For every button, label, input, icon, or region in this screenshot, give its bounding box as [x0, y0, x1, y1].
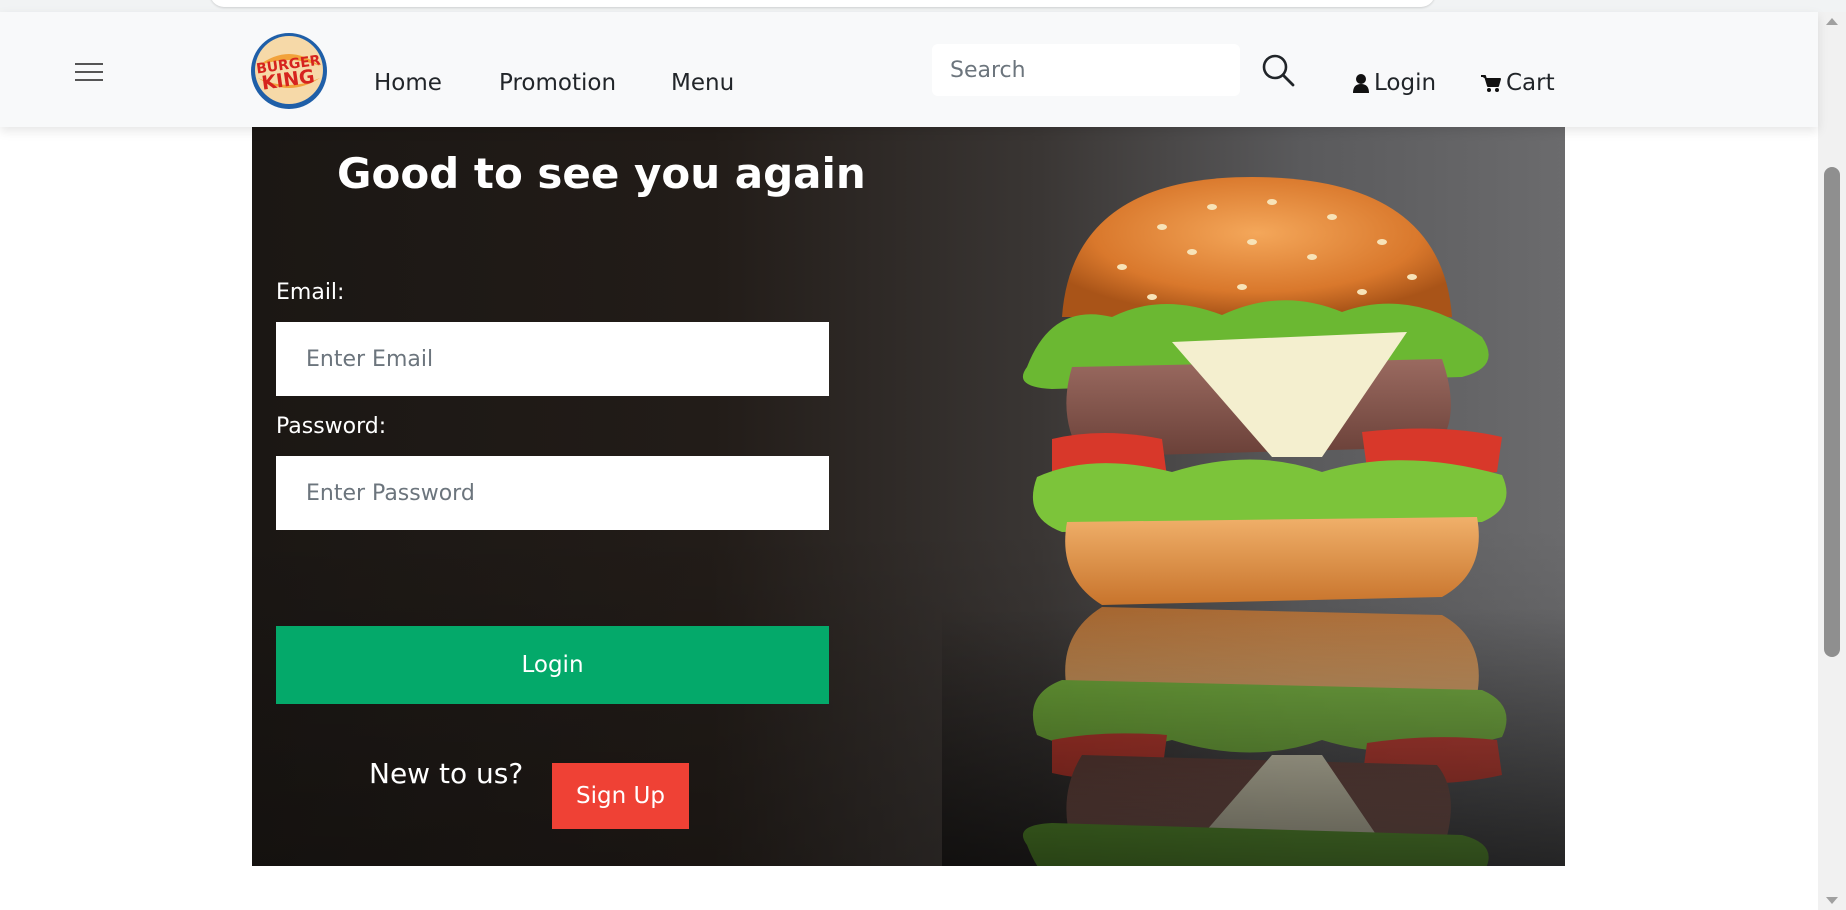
email-field[interactable]: [276, 322, 829, 396]
search-input[interactable]: [932, 44, 1240, 96]
scroll-down-arrow-icon[interactable]: [1826, 897, 1838, 904]
search-icon[interactable]: [1260, 52, 1296, 88]
nav-cart-label: Cart: [1506, 70, 1555, 96]
scroll-thumb[interactable]: [1824, 167, 1840, 657]
login-heading: Good to see you again: [337, 149, 866, 198]
login-button[interactable]: Login: [276, 626, 829, 704]
password-label: Password:: [276, 414, 387, 439]
login-hero: Good to see you again Email: Password: L…: [252, 127, 1565, 866]
signup-button[interactable]: Sign Up: [552, 763, 689, 829]
menu-toggle-icon[interactable]: [73, 59, 107, 85]
burger-image: [942, 177, 1565, 866]
user-icon: [1353, 74, 1369, 93]
cart-icon: [1481, 75, 1501, 92]
nav-cart-link[interactable]: Cart: [1480, 70, 1555, 96]
address-bar-edge: [210, 0, 1435, 7]
navbar: BURGER KING Home Promotion Menu Login Ca…: [0, 12, 1818, 127]
burger-king-logo[interactable]: BURGER KING: [250, 32, 328, 110]
nav-login-label: Login: [1374, 70, 1437, 96]
page-scrollbar[interactable]: [1818, 12, 1846, 910]
nav-promotion-link[interactable]: Promotion: [499, 70, 616, 96]
nav-home-link[interactable]: Home: [374, 70, 442, 96]
nav-menu-link[interactable]: Menu: [671, 70, 734, 96]
browser-top-edge: [0, 0, 1846, 12]
password-field[interactable]: [276, 456, 829, 530]
scroll-up-arrow-icon[interactable]: [1826, 18, 1838, 25]
email-label: Email:: [276, 280, 345, 305]
new-user-text: New to us?: [369, 757, 524, 790]
nav-login-link[interactable]: Login: [1352, 70, 1436, 96]
